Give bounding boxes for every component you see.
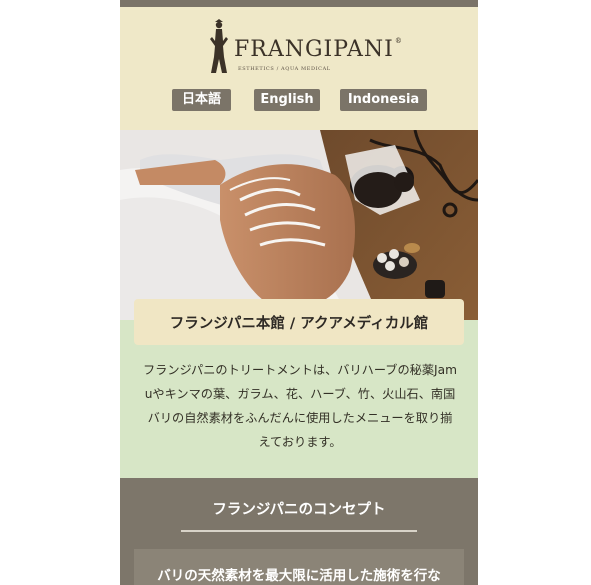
concept-heading: フランジパニのコンセプト [212,502,386,518]
language-switcher: 日本語 English Indonesia [120,89,478,113]
brand-name: FRANGIPANI® [234,37,403,62]
concept-card-text: バリの天然素材を最大限に活用した施術を行な [157,568,441,584]
spa-massage-photo [120,130,478,320]
intro-description: フランジパニのトリートメントは、バリハーブの秘薬Jamuやキンマの葉、ガラム、花… [143,363,457,449]
language-button-indonesia[interactable]: Indonesia [340,89,427,111]
dancer-figure-icon [210,19,228,73]
language-button-japanese[interactable]: 日本語 [172,89,231,111]
logo[interactable]: FRANGIPANI® ESTHETICS / AQUA MEDICAL [208,15,408,79]
language-button-english[interactable]: English [254,89,320,111]
site-header: FRANGIPANI® ESTHETICS / AQUA MEDICAL 日本語… [120,7,478,130]
hero-image [120,130,478,320]
brand-subtitle: ESTHETICS / AQUA MEDICAL [238,66,331,72]
top-bar [120,0,478,7]
mobile-page: FRANGIPANI® ESTHETICS / AQUA MEDICAL 日本語… [120,0,478,585]
intro-title: フランジパニ本館 / アクアメディカル館 [134,299,464,345]
concept-divider [181,530,417,532]
registered-mark: ® [394,37,403,45]
